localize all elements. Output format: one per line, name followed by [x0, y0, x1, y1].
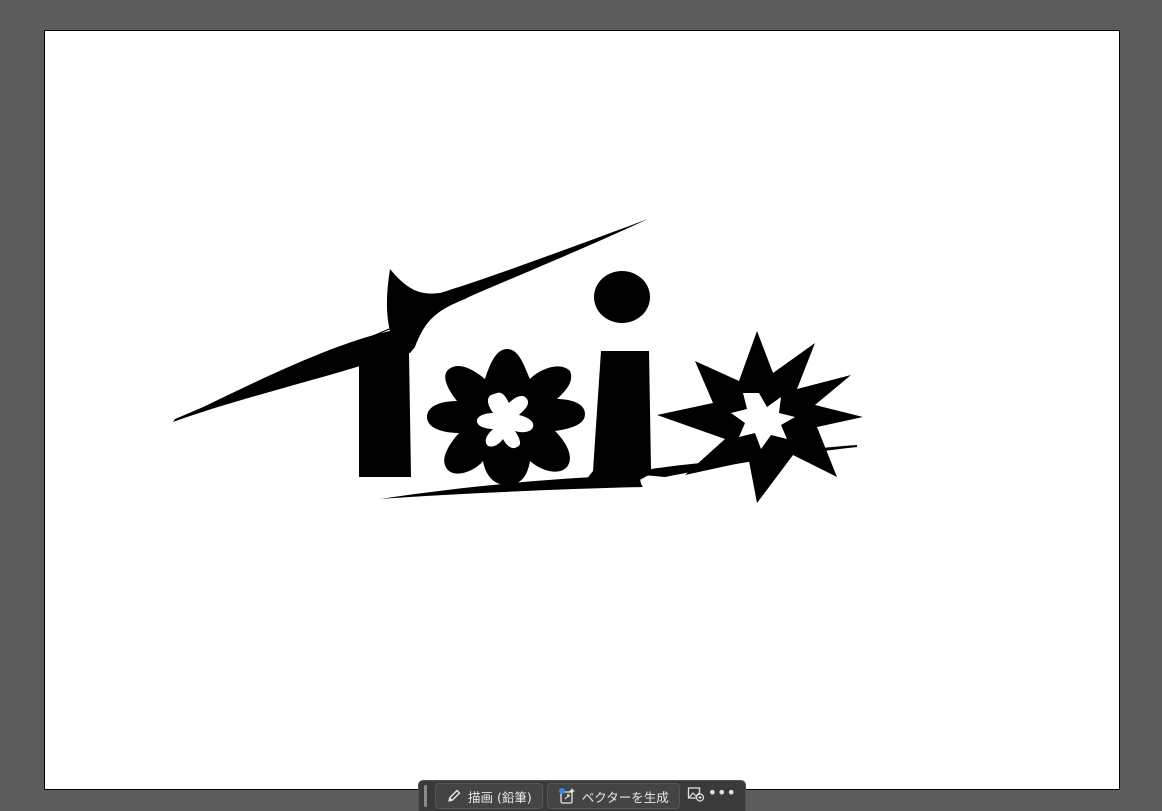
image-options-button[interactable] — [684, 783, 708, 809]
generate-vector-icon — [558, 787, 576, 805]
pencil-icon — [446, 788, 462, 804]
draw-pencil-label: 描画 (鉛筆) — [468, 789, 532, 805]
artwork-sweep-top-body — [173, 219, 648, 422]
artwork-logo[interactable] — [45, 31, 1121, 791]
artboard[interactable] — [44, 30, 1120, 790]
generate-vector-button[interactable]: ベクターを生成 — [546, 783, 680, 809]
generate-vector-label: ベクターを生成 — [581, 789, 669, 805]
draw-pencil-button[interactable]: 描画 (鉛筆) — [435, 783, 543, 809]
artwork-flower-o — [427, 349, 585, 485]
drag-handle[interactable] — [424, 785, 427, 807]
artwork-letter-t-stem — [359, 353, 411, 477]
contextual-task-bar: 描画 (鉛筆) ベクターを生成 ••• — [418, 780, 746, 811]
canvas-workspace[interactable]: 描画 (鉛筆) ベクターを生成 ••• — [0, 0, 1162, 811]
image-options-icon — [687, 786, 705, 806]
more-icon: ••• — [707, 783, 736, 802]
more-options-button[interactable]: ••• — [707, 783, 736, 809]
artwork-starburst-o — [657, 331, 863, 503]
artwork-letter-i-dot — [594, 271, 650, 323]
